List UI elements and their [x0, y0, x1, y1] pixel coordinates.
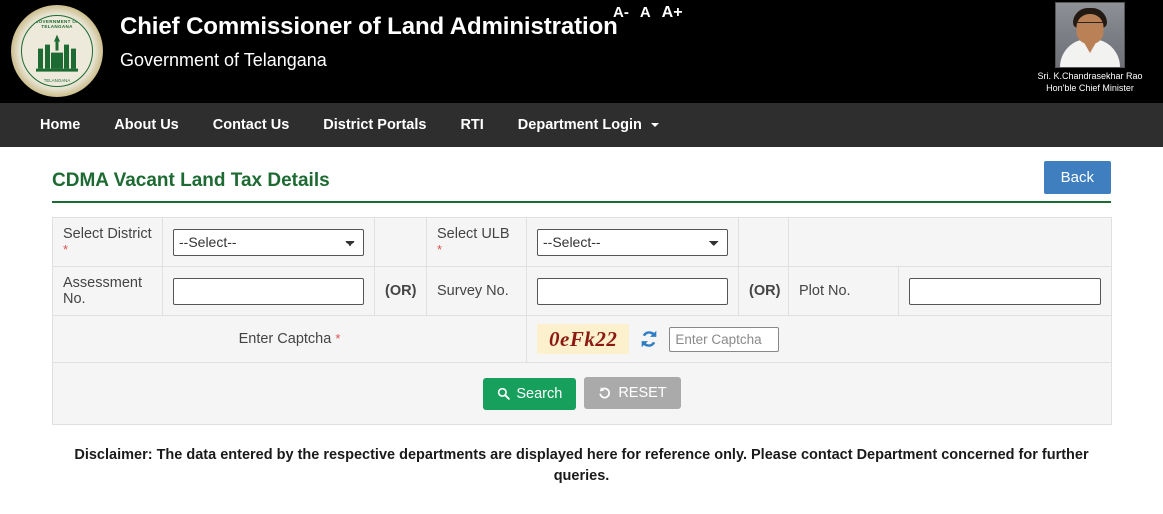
select-district-label: Select District [63, 226, 152, 242]
form-row-actions: Search RESET [53, 363, 1112, 425]
reset-button[interactable]: RESET [584, 377, 680, 409]
search-icon [497, 387, 510, 400]
nav-item-about-us[interactable]: About Us [97, 103, 195, 147]
disclaimer-text: Disclaimer: The data entered by the resp… [66, 445, 1097, 487]
nav-item-department-login[interactable]: Department Login [501, 103, 676, 147]
captcha-label-cell: Enter Captcha * [53, 316, 527, 363]
page-title: CDMA Vacant Land Tax Details [52, 169, 1111, 193]
nav-item-district-portals[interactable]: District Portals [306, 103, 443, 147]
charminar-icon [34, 33, 80, 73]
chief-minister-role: Hon'ble Chief Minister [1025, 82, 1155, 94]
captcha-field-cell: 0eFk22 [527, 316, 1112, 363]
refresh-icon[interactable] [638, 328, 660, 350]
emblem-bottom-text: TELANGANA [22, 78, 92, 83]
font-increase-button[interactable]: A+ [662, 4, 683, 22]
font-decrease-button[interactable]: A- [613, 4, 629, 21]
telangana-emblem-logo: GOVERNMENT OF TELANGANA TELANGANA [11, 5, 103, 97]
spacer-cell-2 [739, 218, 789, 267]
site-title: Chief Commissioner of Land Administratio… [120, 12, 618, 42]
search-button-label: Search [516, 386, 562, 402]
chevron-down-icon [651, 123, 659, 127]
nav-item-contact-us[interactable]: Contact Us [196, 103, 307, 147]
font-normal-button[interactable]: A [640, 4, 651, 21]
select-ulb-label: Select ULB [437, 226, 510, 242]
or-separator-2: (OR) [739, 267, 789, 316]
plot-no-label: Plot No. [799, 283, 851, 299]
assessment-no-label: Assessment No. [63, 275, 142, 307]
captcha-label: Enter Captcha [239, 331, 332, 347]
page-content: CDMA Vacant Land Tax Details Back Select… [0, 147, 1163, 487]
nav-item-home-label: Home [40, 117, 80, 133]
nav-item-home[interactable]: Home [23, 103, 97, 147]
select-district-field-cell: --Select-- [163, 218, 375, 267]
captcha-image-text: 0eFk22 [537, 324, 629, 354]
plot-no-field-cell [899, 267, 1112, 316]
survey-no-label-cell: Survey No. [427, 267, 527, 316]
assessment-no-input[interactable] [173, 278, 364, 305]
cm-face [1077, 14, 1104, 44]
form-row-district-ulb: Select District * --Select-- Select ULB … [53, 218, 1112, 267]
select-district-label-cell: Select District * [53, 218, 163, 267]
emblem-inner: GOVERNMENT OF TELANGANA TELANGANA [21, 15, 93, 87]
select-district-dropdown[interactable]: --Select-- [173, 229, 364, 256]
assessment-no-label-cell: Assessment No. [53, 267, 163, 316]
select-ulb-dropdown[interactable]: --Select-- [537, 229, 728, 256]
plot-no-label-cell: Plot No. [789, 267, 899, 316]
page-title-row: CDMA Vacant Land Tax Details Back [52, 147, 1111, 203]
or-separator-1: (OR) [375, 267, 427, 316]
form-row-assessment-survey-plot: Assessment No. (OR) Survey No. (OR) Plot… [53, 267, 1112, 316]
captcha-area: 0eFk22 [537, 324, 1101, 354]
select-ulb-field-cell: --Select-- [527, 218, 739, 267]
site-header: GOVERNMENT OF TELANGANA TELANGANA Chief … [0, 0, 1163, 103]
chief-minister-name: Sri. K.Chandrasekhar Rao [1025, 70, 1155, 82]
plot-no-input[interactable] [909, 278, 1101, 305]
required-asterisk-ulb: * [437, 242, 442, 257]
page-root: GOVERNMENT OF TELANGANA TELANGANA Chief … [0, 0, 1163, 514]
spacer-cell-3 [789, 218, 1112, 267]
survey-no-label: Survey No. [437, 283, 509, 299]
survey-no-field-cell [527, 267, 739, 316]
font-size-controls: A- A A+ [613, 4, 683, 22]
select-ulb-label-cell: Select ULB * [427, 218, 527, 267]
emblem-top-text: GOVERNMENT OF TELANGANA [22, 19, 92, 29]
search-form-table: Select District * --Select-- Select ULB … [52, 217, 1112, 425]
site-subtitle: Government of Telangana [120, 46, 618, 74]
nav-item-rti-label: RTI [460, 117, 483, 133]
spacer-cell-1 [375, 218, 427, 267]
back-button[interactable]: Back [1044, 161, 1111, 194]
nav-item-district-portals-label: District Portals [323, 117, 426, 133]
nav-item-about-us-label: About Us [114, 117, 178, 133]
cm-glasses [1077, 22, 1104, 29]
undo-icon [598, 386, 612, 400]
required-asterisk-district: * [63, 242, 68, 257]
chief-minister-block: Sri. K.Chandrasekhar Rao Hon'ble Chief M… [1025, 2, 1155, 94]
form-row-captcha: Enter Captcha * 0eFk22 [53, 316, 1112, 363]
survey-no-input[interactable] [537, 278, 728, 305]
reset-button-label: RESET [618, 385, 666, 401]
main-navigation: Home About Us Contact Us District Portal… [0, 103, 1163, 147]
captcha-input[interactable] [669, 327, 779, 352]
nav-item-contact-us-label: Contact Us [213, 117, 290, 133]
required-asterisk-captcha: * [335, 331, 340, 346]
search-button[interactable]: Search [483, 378, 576, 410]
nav-item-rti[interactable]: RTI [443, 103, 500, 147]
chief-minister-photo [1055, 2, 1125, 68]
action-buttons-cell: Search RESET [53, 363, 1112, 425]
nav-item-department-login-label: Department Login [518, 117, 642, 133]
header-title-block: Chief Commissioner of Land Administratio… [120, 12, 618, 74]
assessment-no-field-cell [163, 267, 375, 316]
